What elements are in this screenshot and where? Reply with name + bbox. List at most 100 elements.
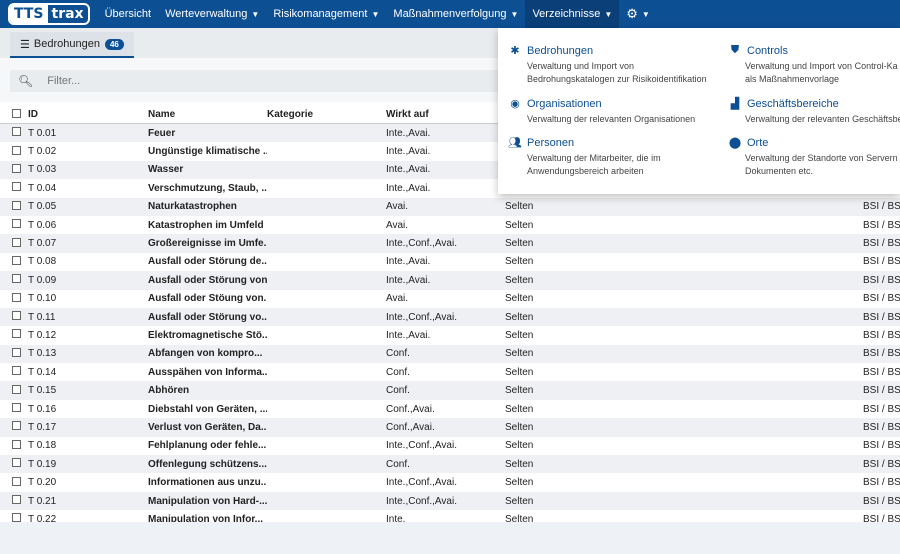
dropdown-item-bedrohungen[interactable]: ✱ Bedrohungen Verwaltung und Import von Be… [498,44,706,86]
table-row[interactable]: T 0.14 Ausspähen von Informa... Conf. Selte… [0,363,900,381]
tab-label: Bedrohungen [33,38,100,50]
nav-label: Risikomanagement [273,8,368,20]
row-checkbox[interactable] [12,127,21,137]
table-row[interactable]: T 0.19 Offenlegung schützens... Conf. Selte… [0,455,900,474]
tab-bedrohungen[interactable]: ☰ Bedrohungen 46 [10,32,134,58]
row-checkbox[interactable] [12,163,21,173]
cell-name: Ungünstige klimatische ... [148,146,267,158]
cell-id: T 0.19 [28,458,57,470]
cell-wirkt-auf: Inte.,Conf.,Avai. [386,477,457,489]
dropdown-item-desc: Verwaltung der Standorte von Servern [745,153,898,163]
chevron-down-icon: ▼ [641,9,650,19]
nav-item-settings[interactable]: ⚙ ▼ [619,0,657,28]
row-checkbox[interactable] [12,200,21,210]
nav-item-uebersicht[interactable]: Übersicht [98,0,158,28]
nav-label: Verzeichnisse [532,8,601,20]
cell-wirkt-auf: Inte.,Avai. [386,329,431,341]
header-kategorie[interactable]: Kategorie [267,109,386,120]
cell-id: T 0.04 [28,182,57,194]
cell-id: T 0.15 [28,385,57,397]
row-checkbox[interactable] [12,495,21,504]
cell-wirkt-auf: Inte.,Conf.,Avai. [386,311,457,323]
table-row[interactable]: T 0.05 Naturkatastrophen Avai. Selten BSI / … [0,197,900,216]
cell-id: T 0.08 [28,256,57,268]
select-all-checkbox[interactable] [12,108,21,118]
table-row[interactable]: T 0.18 Fehlplanung oder fehle... Inte.,Con… [0,437,900,455]
app-logo[interactable]: TTS trax [8,3,90,25]
filter-input[interactable] [47,75,448,87]
table-row[interactable]: T 0.10 Ausfall oder Stöung von... Avai. Sel… [0,290,900,308]
cell-haeufigkeit: Selten [505,477,534,489]
cell-haeufigkeit: Selten [505,366,534,378]
cell-wirkt-auf: Inte.,Avai. [386,127,431,139]
table-row[interactable]: T 0.08 Ausfall oder Störung de... Inte.,Av… [0,253,900,271]
row-checkbox[interactable] [12,421,21,431]
dropdown-item-desc: Verwaltung der Mitarbeiter, die im [527,153,661,163]
row-checkbox[interactable] [12,476,21,486]
logo-text-tts: TTS [10,5,48,23]
row-checkbox[interactable] [12,255,21,265]
dropdown-item-organisationen[interactable]: ◉ Organisationen Verwaltung der relevante… [498,97,698,126]
list-icon: ☰ [20,38,30,51]
cell-name: Informationen aus unzu... [148,477,267,489]
cell-id: T 0.09 [28,274,57,286]
cell-quelle: BSI / BSI [863,201,900,213]
globe-icon: ◉ [510,98,520,110]
table-row[interactable]: T 0.06 Katastrophen im Umfeld Avai. Selten B… [0,216,900,234]
row-checkbox[interactable] [12,366,21,376]
dropdown-item-controls[interactable]: ⛊ Controls Verwaltung und Import von Cont… [728,44,900,86]
table-row[interactable]: T 0.20 Informationen aus unzu... Inte.,Con… [0,473,900,491]
cell-name: Wasser [148,164,184,176]
cell-name: Ausfall oder Stöung von... [148,293,267,305]
header-wirkt-auf[interactable]: Wirkt auf [386,109,505,120]
row-checkbox[interactable] [12,458,21,468]
dropdown-item-orte[interactable]: ⬤ Orte Verwaltung der Standorte von Serve… [728,136,900,178]
table-row[interactable]: T 0.17 Verlust von Geräten, Da... Conf.,Av… [0,418,900,437]
row-checkbox[interactable] [12,237,21,247]
nav-label: Werteverwaltung [165,8,248,20]
row-checkbox[interactable] [12,274,21,284]
row-checkbox[interactable] [12,145,21,155]
row-checkbox[interactable] [12,219,21,229]
table-row[interactable]: T 0.11 Ausfall oder Störung vo... Inte.,Co… [0,307,900,327]
cell-id: T 0.16 [28,403,57,415]
header-id[interactable]: ID [28,109,148,120]
cell-name: Offenlegung schützens... [148,458,267,470]
cell-wirkt-auf: Inte.,Avai. [386,182,431,194]
cell-wirkt-auf: Inte.,Avai. [386,164,431,176]
row-checkbox[interactable] [12,347,21,357]
logo-text-trax: trax [51,6,84,22]
cell-id: T 0.06 [28,219,57,231]
nav-item-werteverwaltung[interactable]: Werteverwaltung ▼ [158,0,266,28]
cell-id: T 0.13 [28,348,57,360]
row-checkbox[interactable] [12,292,21,302]
table-row[interactable]: T 0.15 Abhören Conf. Selten BSI / BSI [0,381,900,400]
row-checkbox[interactable] [12,182,21,192]
dropdown-item-geschaeftsbereiche[interactable]: ▟ Geschäftsbereiche Verwaltung der releva… [728,97,900,126]
cell-haeufigkeit: Selten [505,329,534,341]
nav-item-verzeichnisse[interactable]: Verzeichnisse ▼ [525,0,620,28]
dropdown-item-personen[interactable]: 👥︎ Personen Verwaltung der Mitarbeiter, d… [498,136,698,178]
users-icon: 👥︎ [508,137,522,149]
table-row[interactable]: T 0.07 Großereignisse im Umfe... Inte.,Con… [0,234,900,253]
table-row[interactable]: T 0.12 Elektromagnetische Stö... Inte.,Ava… [0,326,900,344]
row-checkbox[interactable] [12,403,21,413]
cell-wirkt-auf: Conf. [386,366,410,378]
cell-haeufigkeit: Selten [505,293,534,305]
nav-item-risikomanagement[interactable]: Risikomanagement ▼ [266,0,386,28]
row-checkbox[interactable] [12,329,21,339]
header-name[interactable]: Name [148,109,267,120]
cell-haeufigkeit: Selten [505,219,534,231]
cell-wirkt-auf: Inte.,Conf.,Avai. [386,238,457,250]
row-checkbox[interactable] [12,384,21,394]
table-row[interactable]: T 0.16 Diebstahl von Geräten, ... Conf.,Av… [0,400,900,418]
table-row[interactable]: T 0.21 Manipulation von Hard-... Inte.,Con… [0,491,900,511]
nav-item-massnahmenverfolgung[interactable]: Maßnahmenverfolgung ▼ [386,0,525,28]
row-checkbox[interactable] [12,311,21,321]
table-row[interactable]: T 0.09 Ausfall oder Störung von... Inte.,A… [0,271,900,290]
table-row[interactable]: T 0.13 Abfangen von kompro... Conf. Selten B… [0,344,900,364]
row-checkbox[interactable] [12,439,21,449]
cell-id: T 0.11 [28,311,56,323]
cell-id: T 0.20 [28,477,57,489]
cell-haeufigkeit: Selten [505,256,534,268]
